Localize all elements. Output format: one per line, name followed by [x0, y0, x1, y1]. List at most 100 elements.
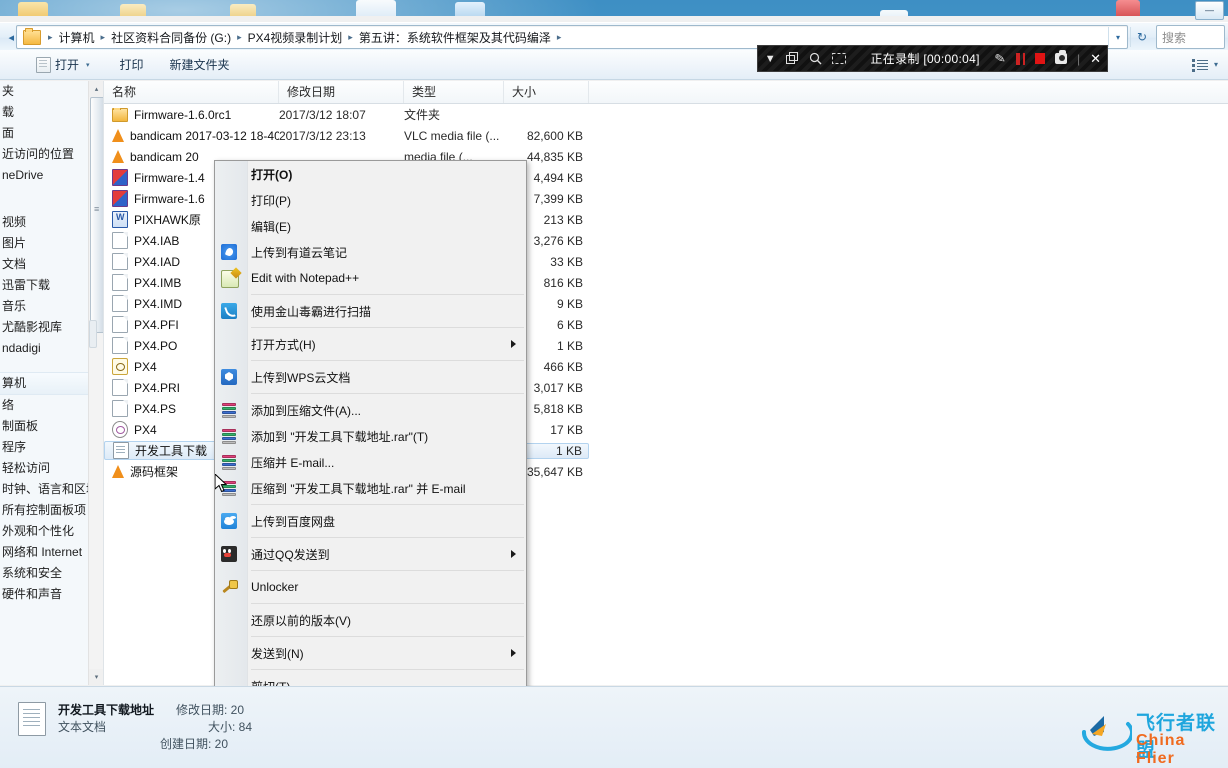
file-type-cell: VLC media file (... [404, 128, 500, 143]
new-folder-button[interactable]: 新建文件夹 [162, 54, 238, 76]
refresh-button[interactable]: ↻ [1130, 27, 1153, 47]
search-input[interactable]: 搜索 [1156, 25, 1225, 49]
breadcrumb-item-2[interactable]: PX4视频录制计划 [245, 28, 346, 47]
menu-item[interactable]: 添加到 "开发工具下载地址.rar"(T) [215, 423, 526, 449]
menu-item[interactable]: 上传到WPS云文档 [215, 364, 526, 390]
file-name-cell[interactable]: bandicam 2017-03-12 18-40-06-058 [104, 129, 279, 143]
nav-item[interactable]: 硬件和声音 [0, 584, 92, 605]
file-name: Firmware-1.6 [134, 191, 205, 206]
breadcrumb-item-1[interactable]: 社区资料合同备份 (G:) [108, 28, 234, 47]
nav-item[interactable]: 系统和安全 [0, 563, 92, 584]
chevron-down-icon: ▾ [1115, 32, 1120, 42]
file-name: 开发工具下载 [135, 444, 208, 458]
nav-item[interactable]: 制面板 [0, 416, 92, 437]
column-header-name[interactable]: 名称 [104, 81, 279, 103]
minimize-button[interactable]: — [1195, 1, 1224, 20]
table-row[interactable]: Firmware-1.6.0rc1 2017/3/12 18:07 文件夹 [104, 104, 1228, 125]
menu-item[interactable]: 通过QQ发送到 [215, 541, 526, 567]
scroll-up-icon[interactable]: ▴ [89, 81, 104, 97]
view-mode-icon[interactable] [1191, 58, 1208, 72]
menu-item[interactable]: Unlocker [215, 574, 526, 600]
details-subtitle: 文本文档 [58, 720, 107, 734]
menu-item-label: 添加到 "开发工具下载地址.rar"(T) [251, 429, 429, 444]
close-icon[interactable]: ✕ [1090, 51, 1101, 67]
nav-item[interactable]: 音乐 [0, 296, 92, 317]
winrar-icon [221, 428, 237, 444]
column-header-date[interactable]: 修改日期 [279, 81, 404, 103]
nav-item[interactable]: ndadigi [0, 338, 92, 359]
table-row[interactable]: bandicam 2017-03-12 18-40-06-0582017/3/1… [104, 125, 1228, 146]
breadcrumb-separator: ▸ [100, 31, 106, 42]
record-icon[interactable] [1035, 53, 1045, 64]
toolbar-separator: | [1076, 51, 1081, 66]
menu-item[interactable]: 使用金山毒霸进行扫描 [215, 298, 526, 324]
address-dropdown-button[interactable]: ▾ [1108, 27, 1127, 47]
window-titlebar: — [0, 0, 1228, 22]
file-name: PX4.IMB [134, 275, 182, 290]
menu-item[interactable]: 编辑(E) [215, 213, 526, 239]
rar-icon [112, 169, 128, 186]
pencil-icon[interactable]: ✎ [992, 50, 1007, 68]
nav-item[interactable]: 迅雷下载 [0, 275, 92, 296]
menu-item[interactable]: 压缩并 E-mail... [215, 449, 526, 475]
context-menu: 打开(O) 打印(P) 编辑(E) 上传到有道云笔记 Edit with Notepad… [214, 160, 527, 768]
file-name-cell[interactable]: Firmware-1.6.0rc1 [104, 107, 279, 122]
nav-item[interactable]: 面 [0, 123, 92, 144]
window-controls: — [1195, 1, 1224, 20]
open-button[interactable]: 打开 ▾ [28, 54, 98, 76]
word-icon [112, 211, 128, 228]
menu-item-label: 上传到百度网盘 [251, 514, 336, 529]
pause-icon[interactable] [1016, 52, 1026, 65]
breadcrumb-separator: ▸ [348, 31, 353, 42]
print-button[interactable]: 打印 [112, 54, 152, 76]
camera-icon[interactable] [1054, 50, 1067, 64]
nav-item[interactable]: 算机 [0, 372, 92, 395]
breadcrumb-item-3[interactable]: 第五讲：系统软件框架及其代码编泽 [356, 28, 554, 47]
navigation-scrollbar[interactable]: ▴ ▾ [88, 81, 105, 685]
nav-item[interactable]: 近访问的位置 [0, 144, 92, 165]
nav-item[interactable]: neDrive [0, 165, 92, 186]
nav-back-button[interactable]: ◂ [0, 31, 14, 44]
menu-item[interactable]: 发送到(N) [215, 640, 526, 666]
nav-item[interactable]: 程序 [0, 437, 92, 458]
column-header-type[interactable]: 类型 [404, 81, 504, 103]
menu-item[interactable]: 添加到压缩文件(A)... [215, 397, 526, 423]
file-name: PX4.IAB [134, 233, 180, 248]
file-name: PX4 [134, 359, 157, 374]
menu-item[interactable]: Edit with Notepad++ [215, 265, 526, 291]
nav-item[interactable]: 所有控制面板项 [0, 500, 92, 521]
scroll-down-icon[interactable]: ▾ [89, 669, 104, 685]
window-select-icon[interactable] [786, 52, 799, 65]
nav-item[interactable]: 夹 [0, 81, 92, 102]
menu-item[interactable]: 打开(O) [215, 161, 526, 187]
column-header-size[interactable]: 大小 [504, 81, 589, 103]
notepadpp-icon [221, 270, 239, 288]
nav-item[interactable]: 文档 [0, 254, 92, 275]
nav-item[interactable]: 络 [0, 395, 92, 416]
view-dropdown-icon[interactable]: ▾ [1214, 60, 1218, 69]
nav-item[interactable]: 尤酷影视库 [0, 317, 92, 338]
nav-item[interactable]: 外观和个性化 [0, 521, 92, 542]
menu-item[interactable]: 上传到百度网盘 [215, 508, 526, 534]
nav-item[interactable]: 视频 [0, 212, 92, 233]
submenu-arrow-icon [511, 340, 516, 348]
nav-item[interactable]: 载 [0, 102, 92, 123]
menu-item[interactable]: 压缩到 "开发工具下载地址.rar" 并 E-mail [215, 475, 526, 501]
nav-item[interactable]: 网络和 Internet [0, 542, 92, 563]
region-select-icon[interactable] [832, 52, 847, 65]
menu-item[interactable]: 还原以前的版本(V) [215, 607, 526, 633]
file-name: PX4.PFI [134, 317, 179, 332]
menu-item[interactable]: 上传到有道云笔记 [215, 239, 526, 265]
nav-item[interactable]: 轻松访问 [0, 458, 92, 479]
menu-item[interactable]: 打印(P) [215, 187, 526, 213]
menu-separator [251, 393, 524, 394]
breadcrumb-item-0[interactable]: 计算机 [56, 28, 98, 47]
menu-item[interactable]: 打开方式(H) [215, 331, 526, 357]
menu-item-label: Edit with Notepad++ [251, 271, 360, 285]
magnifier-icon[interactable] [809, 52, 822, 65]
recorder-dropdown-icon[interactable]: ▼ [764, 53, 776, 65]
pane-splitter-grip[interactable] [89, 320, 97, 348]
nav-item[interactable]: 时钟、语言和区域 [0, 479, 92, 500]
nav-item[interactable]: 图片 [0, 233, 92, 254]
